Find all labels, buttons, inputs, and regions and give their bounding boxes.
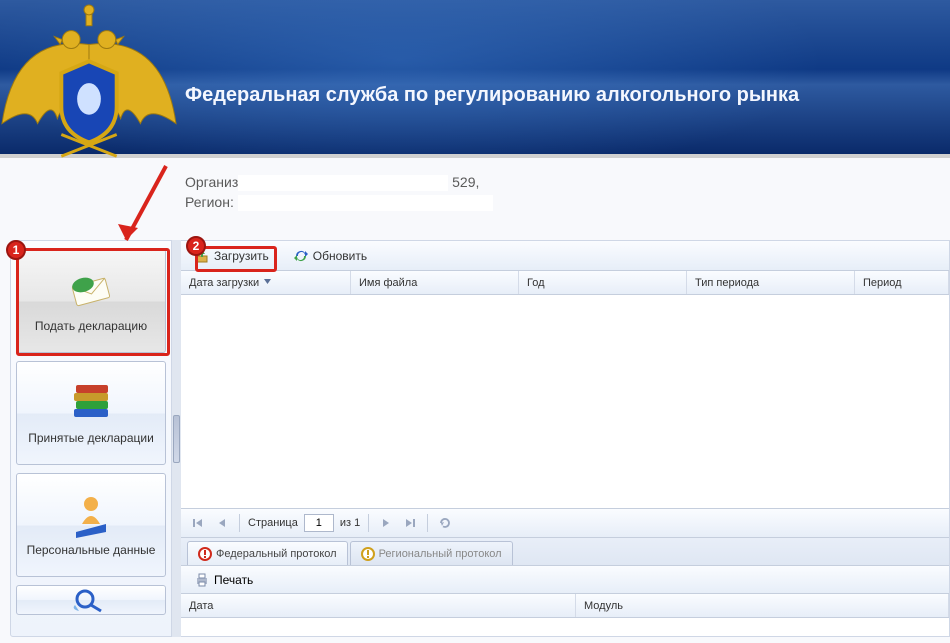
org-info: Организ 529, Регион: — [185, 172, 493, 212]
protocol-tabs: Федеральный протокол Региональный проток… — [181, 538, 949, 566]
sidebar-item-label: Принятые декларации — [28, 431, 154, 445]
region-label: Регион: — [185, 194, 234, 210]
sidebar-item-personal-data[interactable]: Персональные данные — [16, 473, 166, 577]
annotation-badge-2: 2 — [186, 236, 206, 256]
annotation-badge-1: 1 — [6, 240, 26, 260]
col-protocol-module[interactable]: Модуль — [576, 594, 949, 617]
sort-desc-icon — [263, 277, 272, 289]
content-panel: Загрузить Обновить Дата загрузки Имя фай… — [181, 240, 950, 637]
page-last-button[interactable] — [401, 514, 419, 532]
col-filename[interactable]: Имя файла — [351, 271, 519, 294]
page-refresh-button[interactable] — [436, 514, 454, 532]
splitter[interactable] — [172, 240, 181, 637]
warning-icon — [198, 547, 212, 561]
org-label: Организ — [185, 174, 238, 190]
col-date-loaded[interactable]: Дата загрузки — [181, 271, 351, 294]
grid-header: Дата загрузки Имя файла Год Тип периода … — [181, 271, 949, 295]
envelope-icon — [66, 269, 116, 315]
splitter-grip-icon — [173, 415, 180, 463]
print-button[interactable]: Печать — [187, 568, 260, 592]
page-title: Федеральная служба по регулированию алко… — [185, 84, 799, 107]
print-label: Печать — [214, 573, 253, 587]
page-label: Страница — [248, 517, 298, 529]
col-period-type[interactable]: Тип периода — [687, 271, 855, 294]
toolbar: Загрузить Обновить — [181, 241, 949, 271]
sidebar-item-label: Персональные данные — [27, 543, 156, 557]
warning-icon — [361, 547, 375, 561]
person-icon — [66, 493, 116, 539]
page-input[interactable] — [304, 514, 334, 532]
tab-federal-protocol[interactable]: Федеральный протокол — [187, 541, 348, 565]
sidebar: Подать декларацию Принятые декларации Пе… — [10, 240, 172, 637]
protocol-grid-body — [181, 618, 949, 636]
sidebar-item-label: Подать декларацию — [35, 319, 147, 333]
col-period[interactable]: Период — [855, 271, 949, 294]
protocol-grid-header: Дата Модуль — [181, 594, 949, 618]
sidebar-item-search[interactable] — [16, 585, 166, 615]
books-icon — [66, 381, 116, 427]
printer-icon — [194, 572, 210, 588]
refresh-label: Обновить — [313, 249, 367, 263]
col-year[interactable]: Год — [519, 271, 687, 294]
region-masked — [238, 195, 493, 211]
grid-body — [181, 295, 949, 508]
page-next-button[interactable] — [377, 514, 395, 532]
upload-label: Загрузить — [214, 249, 269, 263]
col-protocol-date[interactable]: Дата — [181, 594, 576, 617]
header-banner: Федеральная служба по регулированию алко… — [0, 0, 950, 158]
pager: Страница из 1 — [181, 508, 949, 538]
page-prev-button[interactable] — [213, 514, 231, 532]
refresh-button[interactable]: Обновить — [286, 244, 374, 268]
org-suffix: 529, — [452, 174, 479, 190]
state-emblem-icon — [0, 0, 178, 178]
page-total: из 1 — [340, 517, 360, 529]
tab-regional-protocol[interactable]: Региональный протокол — [350, 541, 513, 565]
lower-toolbar: Печать — [181, 566, 949, 594]
annotation-arrow — [108, 162, 178, 258]
sidebar-item-accepted-declarations[interactable]: Принятые декларации — [16, 361, 166, 465]
magnifier-icon — [69, 587, 113, 613]
refresh-icon — [293, 248, 309, 264]
sidebar-item-submit-declaration[interactable]: Подать декларацию — [16, 249, 166, 353]
page-first-button[interactable] — [189, 514, 207, 532]
org-masked — [238, 175, 448, 191]
